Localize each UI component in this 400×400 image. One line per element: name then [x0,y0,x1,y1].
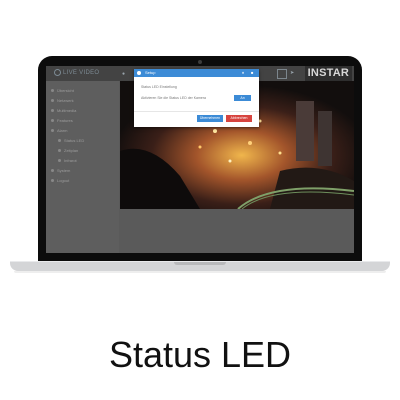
sidebar-item-logout[interactable]: Logout [51,178,69,184]
sidebar-bullet-icon [51,129,54,133]
laptop-notch [174,262,226,265]
cancel-button[interactable]: Abbrechen [226,115,252,122]
camera-icon [54,69,61,76]
sidebar-bullet-icon [51,109,54,113]
sidebar-item-status-led[interactable]: Status LED [58,138,84,144]
modal-title: Setup [145,70,156,75]
modal-header: Setup ♦ ■ [134,69,259,77]
sidebar-bullet-icon [51,89,54,93]
laptop-shadow [14,271,386,273]
arrow-icon[interactable]: ➤ [290,70,294,76]
settings-modal: Setup ♦ ■ Status LED Einstellung Aktivie… [134,69,259,127]
fullscreen-icon[interactable] [277,69,287,79]
setting-heading: Status LED Einstellung [141,85,177,89]
laptop-screen: LIVE VIDEO ● ➤ INSTAR Übersicht Netzwerk… [46,66,354,253]
sidebar-item-infrared[interactable]: Infrarot [58,158,77,164]
sidebar-bullet-icon [58,159,61,163]
sidebar-bullet-icon [51,179,54,183]
sidebar-bullet-icon [58,149,61,153]
setting-label: Aktivieren Sie die Status LED der Kamera [141,96,206,100]
sidebar: Übersicht Netzwerk Multimedia Features A… [46,81,119,253]
save-button[interactable]: Übernehmen [197,115,223,122]
sidebar-item-multimedia[interactable]: Multimedia [51,108,76,114]
sidebar-item-system[interactable]: System [51,168,70,174]
help-icon[interactable]: ♦ [242,70,244,75]
sidebar-item-schedule[interactable]: Zeitplan [58,148,78,154]
sidebar-item-alarm[interactable]: Alarm [51,128,67,134]
close-icon[interactable]: ■ [251,70,253,75]
app-brand: LIVE VIDEO [54,69,99,76]
sidebar-bullet-icon [51,169,54,173]
webcam-icon [198,60,202,64]
sidebar-bullet-icon [51,99,54,103]
sidebar-item-network[interactable]: Netzwerk [51,98,74,104]
modal-divider [134,111,259,112]
status-led-select[interactable]: An [234,95,251,101]
sidebar-item-overview[interactable]: Übersicht [51,88,74,94]
sidebar-item-features[interactable]: Features [51,118,73,124]
app-brand-label: LIVE VIDEO [63,70,100,77]
sidebar-bullet-icon [58,139,61,143]
page-caption: Status LED [108,334,292,375]
pin-icon[interactable]: ● [122,71,125,77]
led-icon [137,71,141,75]
brand-logo: INSTAR [304,66,352,81]
sidebar-bullet-icon [51,119,54,123]
